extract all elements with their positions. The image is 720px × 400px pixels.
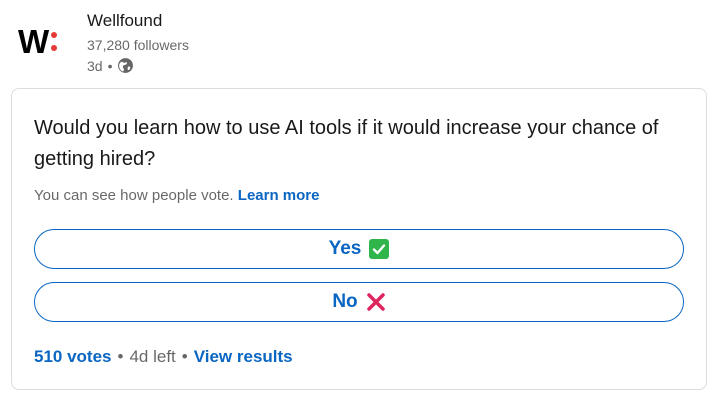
logo-dot [51, 44, 58, 51]
wellfound-logo-icon: W [18, 22, 49, 60]
cross-mark-icon [366, 292, 386, 312]
learn-more-link[interactable]: Learn more [238, 187, 320, 204]
time-left: 4d left [129, 347, 176, 366]
check-mark-icon [369, 239, 390, 259]
meta-separator: • [107, 57, 113, 74]
post-meta: 3d • [87, 57, 134, 74]
poll-footer: 510 votes • 4d left • View results [34, 347, 293, 367]
post-header: W Wellfound 37,280 followers 3d • [0, 0, 720, 86]
follower-count: 37,280 followers [87, 37, 189, 53]
poll-card: Would you learn how to use AI tools if i… [11, 88, 707, 390]
vote-count-link[interactable]: 510 votes [34, 347, 112, 367]
poll-question: Would you learn how to use AI tools if i… [34, 117, 659, 170]
option-label: Yes [328, 238, 362, 259]
post-age: 3d [87, 57, 103, 74]
poll-option-no[interactable]: No [34, 282, 684, 322]
poll-option-yes[interactable]: Yes [34, 229, 684, 269]
view-results-link[interactable]: View results [194, 347, 293, 367]
visibility-text: You can see how people vote. [34, 187, 234, 204]
logo-dots [51, 31, 58, 51]
logo-dot [51, 31, 58, 38]
option-label: No [332, 291, 358, 312]
company-logo[interactable]: W [18, 24, 72, 58]
footer-separator: • [181, 347, 188, 366]
globe-icon [117, 57, 134, 74]
vote-visibility-note: You can see how people vote. Learn more [34, 187, 319, 204]
company-name[interactable]: Wellfound [87, 11, 162, 31]
footer-separator: • [117, 347, 124, 366]
